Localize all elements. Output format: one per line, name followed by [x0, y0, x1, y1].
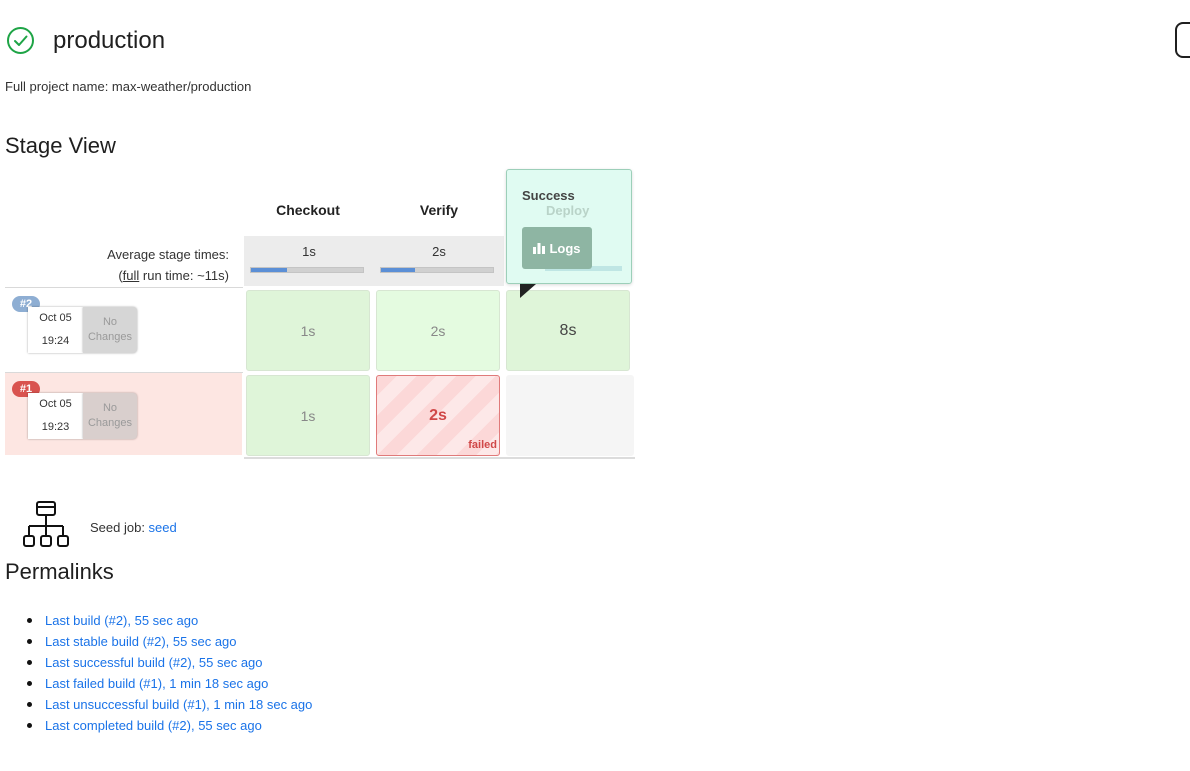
- stage-cell-verify-failed[interactable]: 2s failed: [376, 375, 500, 456]
- bar-chart-icon: [533, 243, 546, 254]
- avg-time-bar: [380, 267, 494, 273]
- avg-time-bar: [250, 267, 364, 273]
- stage-header-verify[interactable]: Verify: [374, 184, 504, 236]
- build-time: 19:24: [41, 335, 70, 347]
- seed-job-link[interactable]: seed: [149, 520, 177, 535]
- failed-duration: 2s: [429, 406, 447, 424]
- avg-time-value: 2s: [432, 244, 446, 259]
- avg-time-fill: [381, 268, 415, 272]
- permalinks-list: Last build (#2), 55 sec ago Last stable …: [27, 610, 312, 736]
- avg-time-verify: 2s: [374, 236, 504, 286]
- build-date-box[interactable]: Oct 05 19:24: [28, 307, 83, 353]
- logs-label: Logs: [549, 240, 581, 256]
- tooltip-ghost-deploy-header: Deploy: [546, 203, 590, 218]
- permalink-item: Last failed build (#1), 1 min 18 sec ago: [27, 673, 312, 694]
- full-project-name: Full project name: max-weather/productio…: [5, 79, 252, 94]
- permalink-last-failed-build[interactable]: Last failed build (#1), 1 min 18 sec ago: [45, 676, 268, 691]
- build-date-box[interactable]: Oct 05 19:23: [28, 393, 83, 439]
- stage-tooltip: Deploy Success Logs: [506, 169, 632, 284]
- tooltip-status: Success: [522, 188, 575, 203]
- permalink-last-build[interactable]: Last build (#2), 55 sec ago: [45, 613, 198, 628]
- avg-time-checkout: 1s: [244, 236, 374, 286]
- permalink-last-stable-build[interactable]: Last stable build (#2), 55 sec ago: [45, 634, 237, 649]
- permalink-last-completed-build[interactable]: Last completed build (#2), 55 sec ago: [45, 718, 262, 733]
- permalink-item: Last unsuccessful build (#1), 1 min 18 s…: [27, 694, 312, 715]
- success-check-icon: [7, 27, 34, 54]
- permalink-item: Last stable build (#2), 55 sec ago: [27, 631, 312, 652]
- permalink-last-successful-build[interactable]: Last successful build (#2), 55 sec ago: [45, 655, 263, 670]
- table-bottom-shadow: [244, 457, 635, 459]
- avg-label-line1: Average stage times:: [107, 247, 229, 262]
- full-run-time-link[interactable]: full: [123, 268, 140, 283]
- stage-cell-checkout[interactable]: 1s: [246, 375, 370, 456]
- avg-time-value: 1s: [302, 244, 316, 259]
- build-time: 19:23: [41, 421, 70, 433]
- build-changes[interactable]: No Changes: [83, 393, 137, 439]
- avg-time-fill: [251, 268, 287, 272]
- build-date: Oct 05: [39, 312, 72, 324]
- seed-job-label: Seed job:: [90, 520, 149, 535]
- failed-label: failed: [468, 439, 497, 451]
- stage-header-checkout[interactable]: Checkout: [242, 184, 374, 236]
- avg-label-line2: (full run time: ~11s): [107, 265, 229, 286]
- hierarchy-icon: [23, 501, 69, 547]
- logs-button[interactable]: Logs: [522, 227, 592, 269]
- stage-view-heading: Stage View: [5, 133, 116, 158]
- seed-job-line: Seed job: seed: [90, 520, 177, 536]
- stage-cell-checkout[interactable]: 1s: [246, 290, 370, 371]
- build-date: Oct 05: [39, 398, 72, 410]
- avg-label-suffix: run time: ~11s): [139, 268, 229, 283]
- permalinks-heading: Permalinks: [5, 559, 114, 584]
- stage-cell-deploy-empty: [506, 375, 634, 456]
- permalink-item: Last build (#2), 55 sec ago: [27, 610, 312, 631]
- average-stage-times-label: Average stage times: (full run time: ~11…: [107, 244, 229, 286]
- page-title: production: [53, 27, 166, 54]
- permalink-item: Last successful build (#2), 55 sec ago: [27, 652, 312, 673]
- tooltip-pointer: [520, 284, 536, 298]
- top-right-button[interactable]: [1175, 22, 1190, 58]
- stage-cell-deploy[interactable]: 8s: [506, 290, 630, 371]
- build-changes[interactable]: No Changes: [83, 307, 137, 353]
- stage-cell-verify[interactable]: 2s: [376, 290, 500, 371]
- permalink-item: Last completed build (#2), 55 sec ago: [27, 715, 312, 736]
- permalink-last-unsuccessful-build[interactable]: Last unsuccessful build (#1), 1 min 18 s…: [45, 697, 312, 712]
